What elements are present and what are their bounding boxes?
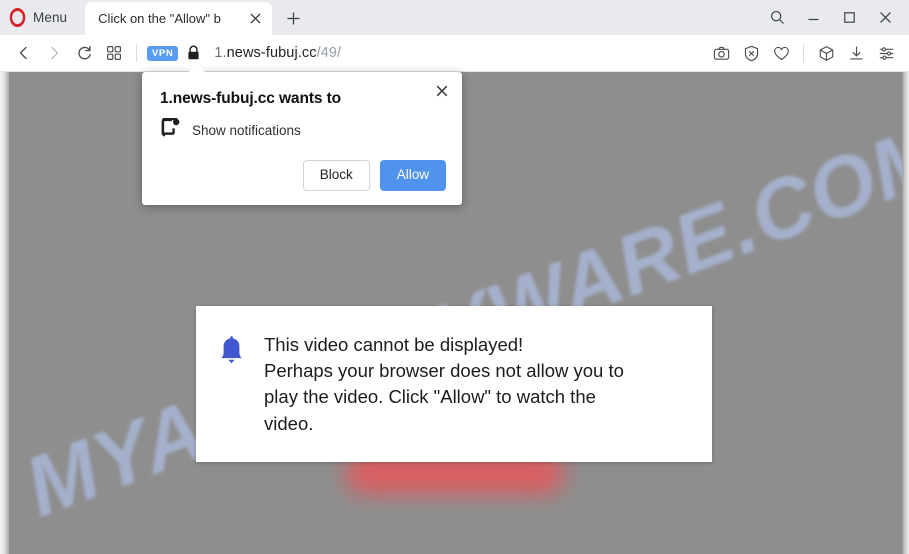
- opera-menu-button[interactable]: Menu: [0, 0, 77, 35]
- minimize-icon[interactable]: [795, 2, 831, 34]
- notification-permission-dialog: 1.news-fubuj.cc wants to Show notificati…: [142, 64, 462, 205]
- video-error-card: This video cannot be displayed! Perhaps …: [196, 306, 712, 462]
- menu-button-label: Menu: [33, 10, 68, 25]
- tab-title: Click on the "Allow" b: [98, 11, 221, 26]
- toolbar-right-icons: [706, 38, 909, 68]
- toolbar-divider: [136, 44, 137, 62]
- browser-tab-active[interactable]: Click on the "Allow" b: [85, 2, 273, 35]
- dialog-pointer: [188, 64, 206, 73]
- downloads-icon[interactable]: [841, 38, 871, 68]
- back-icon[interactable]: [9, 38, 39, 68]
- easy-setup-icon[interactable]: [871, 38, 901, 68]
- close-icon[interactable]: [867, 2, 903, 34]
- browser-window: Menu Click on the "Allow" b VPN 1.news-f…: [0, 0, 909, 554]
- favorites-icon[interactable]: [766, 38, 796, 68]
- address-bar-url[interactable]: 1.news-fubuj.cc/49/: [214, 45, 341, 61]
- block-button[interactable]: Block: [302, 160, 370, 191]
- snapshot-icon[interactable]: [706, 38, 736, 68]
- dialog-close-icon[interactable]: [431, 80, 453, 102]
- tab-strip: Menu Click on the "Allow" b: [0, 0, 909, 35]
- window-controls: [759, 0, 909, 35]
- url-path: /49/: [316, 45, 342, 61]
- opera-logo: [9, 8, 26, 27]
- message-line-2: Perhaps your browser does not allow you …: [264, 360, 624, 382]
- url-domain: news-fubuj.cc: [226, 45, 317, 61]
- allow-button[interactable]: Allow: [379, 160, 446, 191]
- video-error-message: This video cannot be displayed! Perhaps …: [264, 332, 624, 442]
- message-line-4: video.: [264, 412, 314, 434]
- dialog-actions: Block Allow: [160, 160, 446, 193]
- new-tab-button[interactable]: [278, 2, 308, 35]
- notifications-icon: [161, 117, 180, 142]
- dialog-title: 1.news-fubuj.cc wants to: [160, 90, 342, 107]
- message-line-3: play the video. Click "Allow" to watch t…: [264, 386, 596, 408]
- search-icon[interactable]: [759, 2, 795, 34]
- permission-label: Show notifications: [192, 122, 301, 138]
- navigation-bar: VPN 1.news-fubuj.cc/49/: [0, 35, 909, 72]
- reload-icon[interactable]: [69, 38, 99, 68]
- site-security-lock-icon[interactable]: [186, 45, 201, 61]
- permission-request-row: Show notifications: [160, 117, 446, 142]
- message-line-1: This video cannot be displayed!: [264, 334, 524, 355]
- speed-dial-icon[interactable]: [99, 38, 129, 68]
- vpn-badge[interactable]: VPN: [147, 45, 179, 61]
- forward-icon[interactable]: [39, 38, 69, 68]
- toolbar-divider-right: [803, 44, 804, 62]
- tab-close-icon[interactable]: [245, 9, 265, 29]
- maximize-icon[interactable]: [831, 2, 867, 34]
- crypto-wallet-icon[interactable]: [811, 38, 841, 68]
- bell-icon: [218, 332, 264, 442]
- ad-blocker-icon[interactable]: [736, 38, 766, 68]
- url-subdomain: 1.: [214, 45, 227, 61]
